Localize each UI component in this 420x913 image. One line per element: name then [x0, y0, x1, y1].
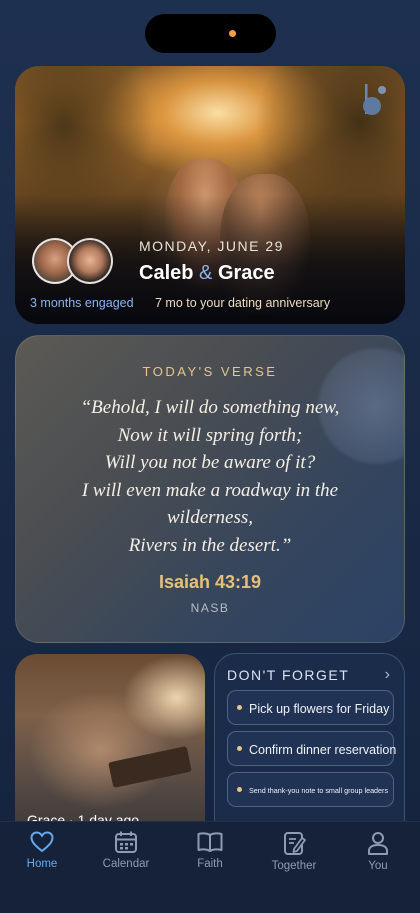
verse-line: “Behold, I will do something new, — [80, 397, 340, 418]
heart-icon — [30, 831, 54, 853]
verse-heading: TODAY'S VERSE — [142, 364, 278, 379]
tab-label: Faith — [197, 858, 223, 870]
reminder-label: Confirm dinner reservation — [249, 742, 397, 757]
tab-label: Calendar — [102, 858, 150, 870]
verse-line: Will you not be aware of it? — [104, 452, 316, 473]
tab-label: Home — [26, 858, 58, 870]
verse-text: “Behold, I will do something new, Now it… — [36, 394, 384, 559]
verse-translation: NASB — [190, 601, 230, 615]
tab-calendar[interactable]: Calendar — [91, 830, 161, 870]
reminder-item[interactable]: Pick up flowers for Friday — [227, 690, 394, 725]
reminder-label: Pick up flowers for Friday — [249, 701, 390, 716]
tab-label: You — [368, 860, 388, 872]
reminder-item[interactable]: Confirm dinner reservation — [227, 731, 397, 766]
privacy-indicator-dot — [229, 30, 236, 37]
couple-names: Caleb & Grace — [139, 262, 275, 285]
book-icon — [197, 832, 223, 852]
verse-line: Rivers in the desert.” — [128, 534, 292, 556]
dynamic-island — [145, 14, 276, 53]
avatar-grace[interactable] — [67, 238, 113, 284]
verse-line: I will even make a roadway in the — [81, 479, 339, 501]
verse-line: wilderness, — [166, 507, 254, 528]
current-date: MONDAY, JUNE 29 — [139, 238, 284, 254]
engagement-duration: 3 months engaged — [30, 296, 134, 310]
todays-verse-card[interactable]: TODAY'S VERSE “Behold, I will do somethi… — [15, 335, 405, 643]
shared-photo-card[interactable]: Grace · 1 day ago — [15, 654, 205, 829]
reminder-label: Send thank-you note to small group leade… — [249, 786, 389, 795]
reminders-title: DON'T FORGET — [227, 667, 350, 683]
ampersand: & — [199, 262, 213, 284]
verse-reference: Isaiah 43:19 — [158, 572, 262, 592]
partner-one-name: Caleb — [139, 262, 194, 284]
partner-two-name: Grace — [217, 262, 275, 284]
anniversary-countdown: 7 mo to your dating anniversary — [155, 296, 331, 310]
couple-hero-card[interactable]: MONDAY, JUNE 29 Caleb & Grace 3 months e… — [15, 66, 405, 324]
notebook-icon — [284, 832, 306, 855]
person-icon — [368, 832, 388, 855]
reminder-item[interactable]: Send thank-you note to small group leade… — [227, 772, 394, 807]
bullet-icon — [237, 787, 242, 792]
verse-line: Now it will spring forth; — [117, 424, 303, 446]
reminders-card[interactable]: DON'T FORGET › Pick up flowers for Frida… — [214, 653, 405, 829]
tab-home[interactable]: Home — [7, 830, 77, 870]
tab-together[interactable]: Together — [259, 830, 329, 872]
tab-label: Together — [271, 860, 317, 872]
wedding-cross-icon[interactable] — [355, 82, 391, 126]
tab-faith[interactable]: Faith — [175, 830, 245, 870]
chevron-right-icon[interactable]: › — [385, 666, 390, 684]
photo-book — [108, 745, 192, 789]
calendar-icon — [115, 831, 137, 853]
bullet-icon — [237, 705, 242, 710]
bullet-icon — [237, 746, 242, 751]
tab-bar: Home Calendar Faith Together You — [0, 821, 420, 913]
tab-you[interactable]: You — [343, 830, 413, 872]
